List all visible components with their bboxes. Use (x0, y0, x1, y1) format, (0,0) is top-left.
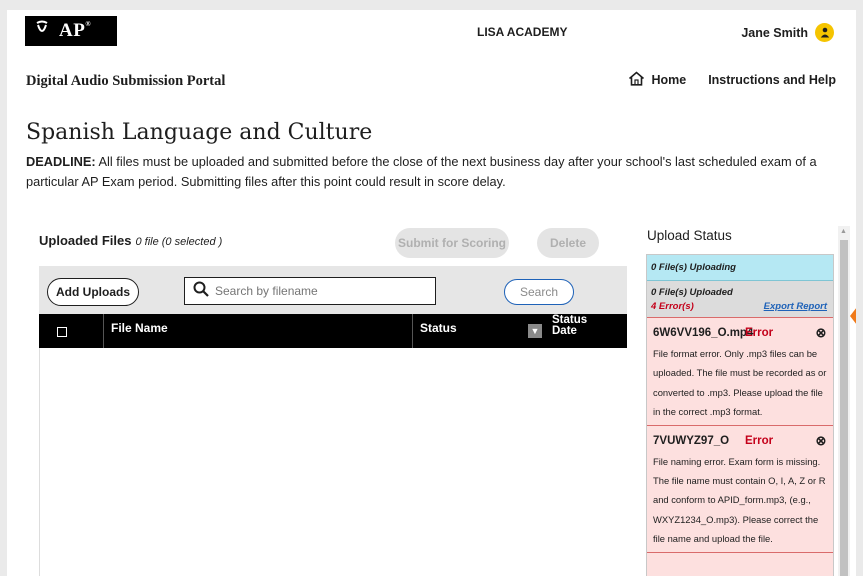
page: AP® LISA ACADEMY Jane Smith Digital Audi… (7, 10, 856, 576)
school-name: LISA ACADEMY (477, 25, 568, 39)
uploading-count: 0 File(s) Uploading (647, 255, 833, 281)
export-report-link[interactable]: Export Report (764, 301, 827, 312)
scroll-up-icon[interactable]: ▲ (840, 228, 847, 235)
files-table-header: File Name Status ▼ Status Date (39, 314, 627, 348)
avatar-icon (815, 23, 834, 42)
portal-title: Digital Audio Submission Portal (26, 73, 226, 89)
upload-status-panel: 0 File(s) Uploading 0 File(s) Uploaded 4… (646, 254, 834, 576)
search-input[interactable] (213, 283, 427, 299)
dismiss-icon[interactable]: ⊗ (813, 433, 829, 449)
search-button[interactable]: Search (504, 279, 574, 305)
deadline-text: All files must be uploaded and submitted… (26, 154, 817, 189)
home-link[interactable]: Home (628, 71, 686, 89)
error-message: File naming error. Exam form is missing.… (653, 455, 826, 545)
submit-for-scoring-button[interactable]: Submit for Scoring (395, 228, 509, 258)
user-name: Jane Smith (741, 25, 808, 40)
error-item: 7VUWYZ97_O Error ⊗ File naming error. Ex… (647, 424, 833, 552)
instructions-help-link[interactable]: Instructions and Help (708, 73, 836, 87)
error-status: Error (745, 434, 774, 447)
files-table-body (39, 348, 628, 576)
user-menu[interactable]: Jane Smith (741, 23, 834, 42)
logo-text: AP® (59, 20, 92, 41)
uploaded-files-title: Uploaded Files (39, 233, 132, 248)
course-title: Spanish Language and Culture (26, 120, 373, 145)
error-filename: 7VUWYZ97_O (653, 434, 730, 447)
upload-status-title: Upload Status (647, 228, 732, 243)
error-item: 6W6VV196_O.mp4 Error ⊗ File format error… (647, 317, 833, 425)
column-header-file-name[interactable]: File Name (111, 321, 168, 335)
select-all-checkbox[interactable] (57, 327, 67, 337)
uploaded-files-heading: Uploaded Files 0 file (0 selected ) (39, 233, 222, 248)
uploaded-count: 0 File(s) Uploaded (651, 287, 733, 298)
dismiss-icon[interactable]: ⊗ (813, 325, 829, 341)
deadline-label: DEADLINE: (26, 154, 96, 169)
ap-logo[interactable]: AP® (25, 16, 117, 46)
nav-links: Home Instructions and Help (628, 71, 836, 89)
column-divider (103, 314, 104, 348)
acorn-icon (25, 20, 59, 43)
home-icon (628, 71, 645, 89)
selected-count: 0 file (0 selected ) (135, 236, 223, 248)
column-divider (412, 314, 413, 348)
scrollbar[interactable]: ▲ (838, 226, 850, 576)
files-toolbar: Add Uploads Search (39, 266, 627, 314)
search-box (184, 277, 436, 305)
column-header-status-date[interactable]: Status Date (552, 314, 587, 337)
error-count: 4 Error(s) (651, 301, 694, 312)
help-tab-arrow-icon[interactable] (850, 298, 856, 334)
top-bar: AP® LISA ACADEMY Jane Smith (7, 10, 856, 52)
error-item (647, 551, 833, 576)
uploaded-summary: 0 File(s) Uploaded 4 Error(s) Export Rep… (647, 281, 833, 317)
error-status: Error (745, 327, 774, 339)
scrollbar-thumb[interactable] (840, 240, 848, 576)
error-message: File format error. Only .mp3 files can b… (653, 348, 827, 418)
search-icon (185, 281, 213, 302)
status-date-line2: Date (552, 325, 577, 337)
add-uploads-button[interactable]: Add Uploads (47, 278, 139, 306)
error-filename: 6W6VV196_O.mp4 (653, 327, 754, 339)
column-header-status[interactable]: Status (420, 321, 457, 335)
delete-button[interactable]: Delete (537, 228, 599, 258)
filter-icon[interactable]: ▼ (528, 324, 542, 338)
deadline-notice: DEADLINE: All files must be uploaded and… (26, 152, 846, 192)
home-label: Home (651, 73, 687, 87)
